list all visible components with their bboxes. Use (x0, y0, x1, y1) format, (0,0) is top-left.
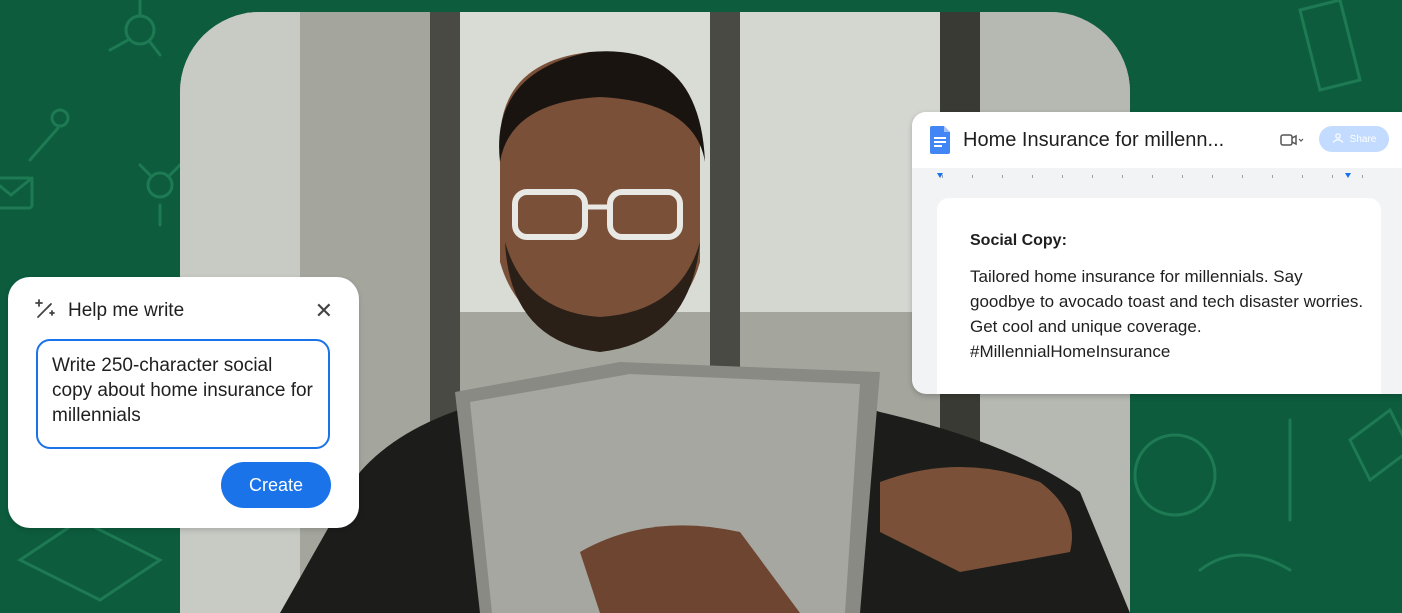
document-page[interactable]: Social Copy: Tailored home insurance for… (937, 198, 1381, 394)
document-title[interactable]: Home Insurance for millenn... (963, 129, 1224, 152)
close-icon[interactable]: ✕ (315, 300, 333, 322)
social-copy-text: Tailored home insurance for millennials.… (970, 267, 1364, 361)
video-icon[interactable] (1280, 133, 1304, 150)
docs-icon[interactable] (930, 126, 950, 159)
help-me-write-header: Help me write ✕ (34, 298, 333, 325)
ruler[interactable] (912, 168, 1402, 178)
help-me-write-panel: Help me write ✕ Write 250-character soci… (8, 277, 359, 528)
help-me-write-title: Help me write (68, 300, 185, 321)
person-icon (1332, 132, 1344, 146)
social-copy-heading: Social Copy: (970, 232, 1067, 249)
docs-window: Home Insurance for millenn... Share Soci… (912, 112, 1402, 394)
share-button[interactable]: Share (1319, 126, 1389, 152)
docs-toolbar: Home Insurance for millenn... Share (912, 112, 1402, 168)
share-label: Share (1349, 133, 1377, 145)
prompt-input[interactable]: Write 250-character social copy about ho… (36, 339, 330, 449)
create-button[interactable]: Create (221, 462, 331, 508)
sparkle-pencil-icon (34, 298, 56, 325)
